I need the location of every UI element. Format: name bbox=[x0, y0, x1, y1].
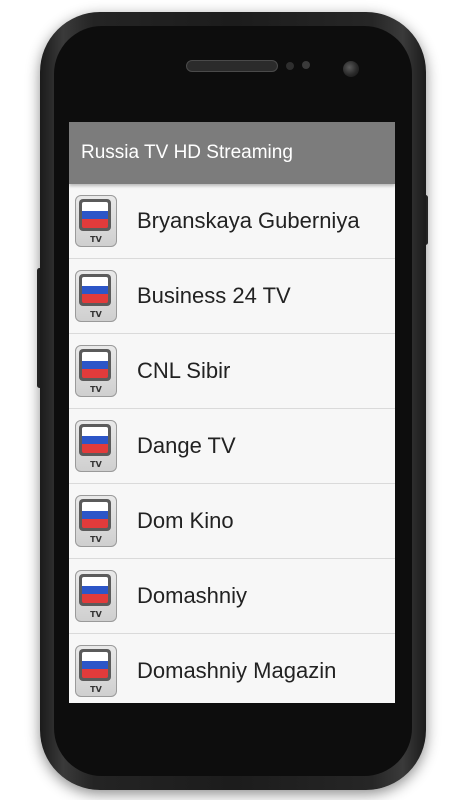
tv-badge: TV bbox=[90, 310, 102, 319]
tv-badge: TV bbox=[90, 235, 102, 244]
russia-flag-tv-icon: TV bbox=[75, 645, 117, 697]
channel-row[interactable]: TV Dange TV bbox=[69, 409, 395, 484]
channel-row[interactable]: TV Domashniy Magazin bbox=[69, 634, 395, 703]
channel-row[interactable]: TV Domashniy bbox=[69, 559, 395, 634]
channel-row[interactable]: TV Business 24 TV bbox=[69, 259, 395, 334]
channel-name: Dange TV bbox=[137, 433, 236, 458]
app-screen: Russia TV HD Streaming TV Bryanskaya Gub… bbox=[69, 122, 395, 703]
channel-row[interactable]: TV CNL Sibir bbox=[69, 334, 395, 409]
channel-name: Dom Kino bbox=[137, 508, 234, 533]
channel-name: Business 24 TV bbox=[137, 283, 291, 308]
tv-badge: TV bbox=[90, 685, 102, 694]
tv-badge: TV bbox=[90, 610, 102, 619]
tv-badge: TV bbox=[90, 460, 102, 469]
russia-flag-tv-icon: TV bbox=[75, 195, 117, 247]
front-camera bbox=[343, 61, 359, 77]
app-bar: Russia TV HD Streaming bbox=[69, 122, 395, 184]
channel-name: CNL Sibir bbox=[137, 358, 231, 383]
russia-flag-tv-icon: TV bbox=[75, 345, 117, 397]
channel-name: Domashniy Magazin bbox=[137, 658, 337, 683]
russia-flag-tv-icon: TV bbox=[75, 270, 117, 322]
channel-list: TV Bryanskaya Guberniya TV Business 24 T… bbox=[69, 184, 395, 703]
russia-flag-tv-icon: TV bbox=[75, 570, 117, 622]
light-sensor bbox=[302, 61, 310, 69]
channel-name: Domashniy bbox=[137, 583, 248, 608]
earpiece-speaker bbox=[186, 60, 278, 72]
russia-flag-tv-icon: TV bbox=[75, 495, 117, 547]
russia-flag-tv-icon: TV bbox=[75, 420, 117, 472]
app-title: Russia TV HD Streaming bbox=[81, 142, 293, 163]
proximity-sensor bbox=[286, 62, 294, 70]
channel-row[interactable]: TV Dom Kino bbox=[69, 484, 395, 559]
channel-row[interactable]: TV Bryanskaya Guberniya bbox=[69, 184, 395, 259]
channel-name: Bryanskaya Guberniya bbox=[137, 208, 360, 233]
tv-badge: TV bbox=[90, 535, 102, 544]
tv-badge: TV bbox=[90, 385, 102, 394]
